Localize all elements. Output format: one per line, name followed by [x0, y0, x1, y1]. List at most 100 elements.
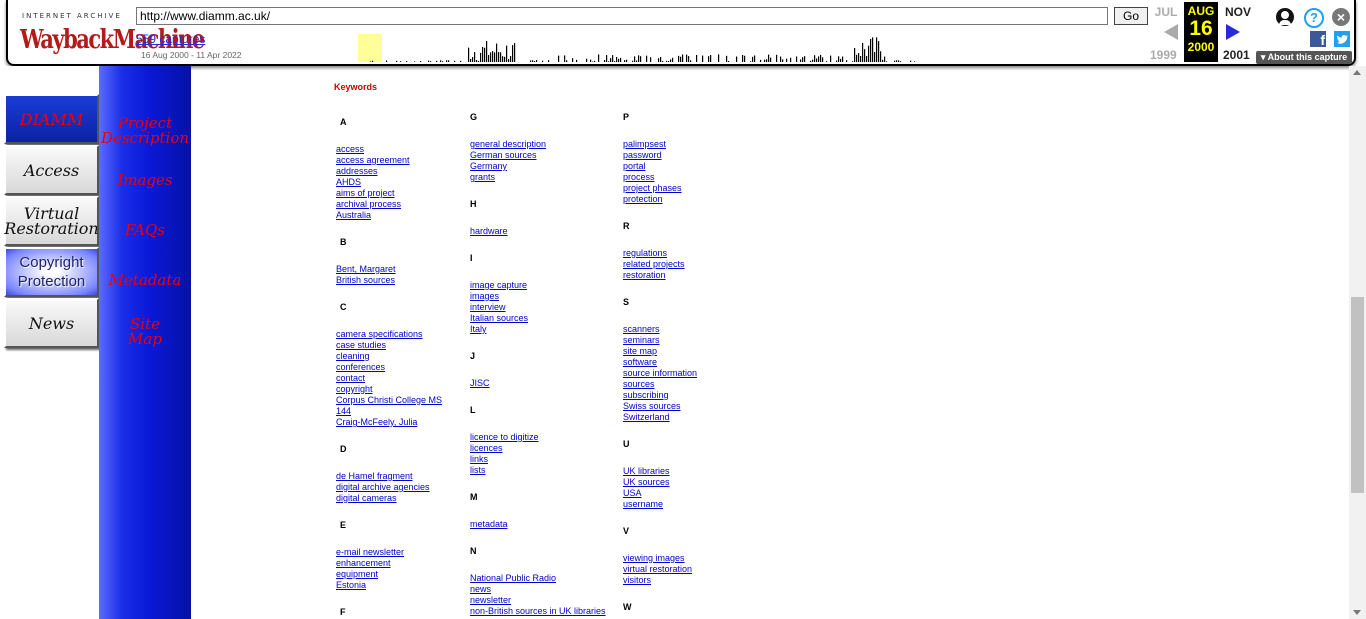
capture-sparkline[interactable] — [276, 32, 916, 62]
keyword-link[interactable]: portal — [623, 161, 646, 172]
keyword-link[interactable]: USA — [623, 488, 642, 499]
keyword-link[interactable]: Italy — [470, 324, 487, 335]
keyword-link[interactable]: subscribing — [623, 390, 669, 401]
prev-year[interactable]: 1999 — [1150, 48, 1177, 62]
keyword-link[interactable]: access agreement — [336, 155, 410, 166]
keyword-link[interactable]: cleaning — [336, 351, 370, 362]
keyword-link[interactable]: aims of project — [336, 188, 395, 199]
keyword-link[interactable]: Switzerland — [623, 412, 670, 423]
vertical-scrollbar[interactable] — [1349, 66, 1366, 619]
about-capture-button[interactable]: ▾ About this capture — [1256, 51, 1352, 64]
keyword-link[interactable]: sources — [623, 379, 655, 390]
keyword-link[interactable]: Corpus Christi College MS — [336, 395, 442, 406]
keyword-link[interactable]: site map — [623, 346, 657, 357]
keyword-link[interactable]: case studies — [336, 340, 386, 351]
scroll-thumb[interactable] — [1351, 297, 1364, 493]
keyword-link[interactable]: username — [623, 499, 663, 510]
keyword-link[interactable]: 144 — [336, 406, 351, 417]
keyword-link[interactable]: National Public Radio — [470, 573, 556, 584]
keyword-link[interactable]: digital cameras — [336, 493, 397, 504]
keyword-link[interactable]: Estonia — [336, 580, 366, 591]
keyword-link[interactable]: images — [470, 291, 499, 302]
keyword-link[interactable]: AHDS — [336, 177, 361, 188]
keyword-link[interactable]: e-mail newsletter — [336, 547, 404, 558]
nav-copyright-protection-button[interactable]: Copyright Protection — [4, 247, 99, 297]
side-site-map-link[interactable]: Site Map — [99, 317, 191, 347]
url-input[interactable] — [136, 7, 1108, 25]
nav-diamm-button[interactable]: DIAMM — [4, 94, 99, 144]
keyword-link[interactable]: general description — [470, 139, 546, 150]
go-button[interactable]: Go — [1114, 7, 1148, 25]
keyword-link[interactable]: process — [623, 172, 655, 183]
keyword-link[interactable]: British sources — [336, 275, 395, 286]
keyword-link[interactable]: licence to digitize — [470, 432, 539, 443]
captures-link[interactable]: 559 captures — [136, 32, 205, 46]
keyword-link[interactable]: source information — [623, 368, 697, 379]
keyword-link[interactable]: protection — [623, 194, 663, 205]
keyword-link[interactable]: newsletter — [470, 595, 511, 606]
keyword-link[interactable]: scanners — [623, 324, 660, 335]
keyword-link[interactable]: related projects — [623, 259, 685, 270]
wayback-logo[interactable]: INTERNET ARCHIVE WaybackMachine — [20, 9, 205, 54]
keyword-link[interactable]: non-British sources in UK libraries — [470, 606, 606, 617]
keyword-link[interactable]: viewing images — [623, 553, 685, 564]
keyword-link[interactable]: Germany — [470, 161, 507, 172]
keyword-link[interactable]: seminars — [623, 335, 660, 346]
keyword-link[interactable]: grants — [470, 172, 495, 183]
twitter-icon[interactable] — [1334, 31, 1350, 47]
keyword-link[interactable]: archival process — [336, 199, 401, 210]
nav-access-button[interactable]: Access — [4, 145, 99, 195]
help-icon[interactable]: ? — [1304, 8, 1324, 28]
keyword-link[interactable]: copyright — [336, 384, 373, 395]
keyword-link[interactable]: hardware — [470, 226, 508, 237]
keyword-link[interactable]: metadata — [470, 519, 508, 530]
side-metadata-link[interactable]: Metadata — [99, 273, 191, 288]
keyword-link[interactable]: lists — [470, 465, 486, 476]
keyword-link[interactable]: regulations — [623, 248, 667, 259]
keyword-link[interactable]: UK libraries — [623, 466, 670, 477]
keyword-link[interactable]: UK sources — [623, 477, 670, 488]
keyword-link[interactable]: palimpsest — [623, 139, 666, 150]
keyword-link[interactable]: camera specifications — [336, 329, 423, 340]
keyword-link[interactable]: equipment — [336, 569, 378, 580]
side-project-description-link[interactable]: Project Description — [99, 116, 191, 146]
next-month[interactable]: NOV — [1220, 5, 1256, 19]
keyword-link[interactable]: virtual restoration — [623, 564, 692, 575]
prev-month[interactable]: JUL — [1148, 5, 1184, 19]
keyword-link[interactable]: Craig-McFeely, Julia — [336, 417, 417, 428]
keyword-link[interactable]: visitors — [623, 575, 651, 586]
keyword-link[interactable]: software — [623, 357, 657, 368]
keyword-link[interactable]: restoration — [623, 270, 666, 281]
keyword-link[interactable]: news — [470, 584, 491, 595]
scroll-down-icon[interactable] — [1353, 610, 1361, 615]
user-icon[interactable] — [1276, 8, 1294, 26]
keyword-link[interactable]: licences — [470, 443, 503, 454]
facebook-icon[interactable]: f — [1310, 31, 1326, 48]
nav-virtual-restoration-button[interactable]: Virtual Restoration — [4, 196, 99, 246]
keyword-link[interactable]: German sources — [470, 150, 537, 161]
nav-news-button[interactable]: News — [4, 298, 99, 348]
keyword-link[interactable]: addresses — [336, 166, 378, 177]
next-year[interactable]: 2001 — [1223, 48, 1250, 62]
prev-arrow-icon[interactable] — [1164, 24, 1178, 40]
keyword-link[interactable]: image capture — [470, 280, 527, 291]
keyword-link[interactable]: interview — [470, 302, 506, 313]
keyword-link[interactable]: digital archive agencies — [336, 482, 430, 493]
side-images-link[interactable]: Images — [99, 173, 191, 188]
next-arrow-icon[interactable] — [1226, 24, 1240, 40]
keyword-link[interactable]: enhancement — [336, 558, 391, 569]
keyword-link[interactable]: Bent, Margaret — [336, 264, 396, 275]
scroll-up-icon[interactable] — [1353, 70, 1361, 75]
keyword-link[interactable]: de Hamel fragment — [336, 471, 413, 482]
keyword-link[interactable]: project phases — [623, 183, 682, 194]
keyword-link[interactable]: Swiss sources — [623, 401, 681, 412]
close-icon[interactable]: × — [1332, 8, 1350, 26]
side-faqs-link[interactable]: FAQs — [99, 223, 191, 238]
keyword-link[interactable]: links — [470, 454, 488, 465]
keyword-link[interactable]: Australia — [336, 210, 371, 221]
keyword-link[interactable]: conferences — [336, 362, 385, 373]
keyword-link[interactable]: password — [623, 150, 662, 161]
keyword-link[interactable]: contact — [336, 373, 365, 384]
keyword-link[interactable]: Italian sources — [470, 313, 528, 324]
keyword-link[interactable]: JISC — [470, 378, 490, 389]
